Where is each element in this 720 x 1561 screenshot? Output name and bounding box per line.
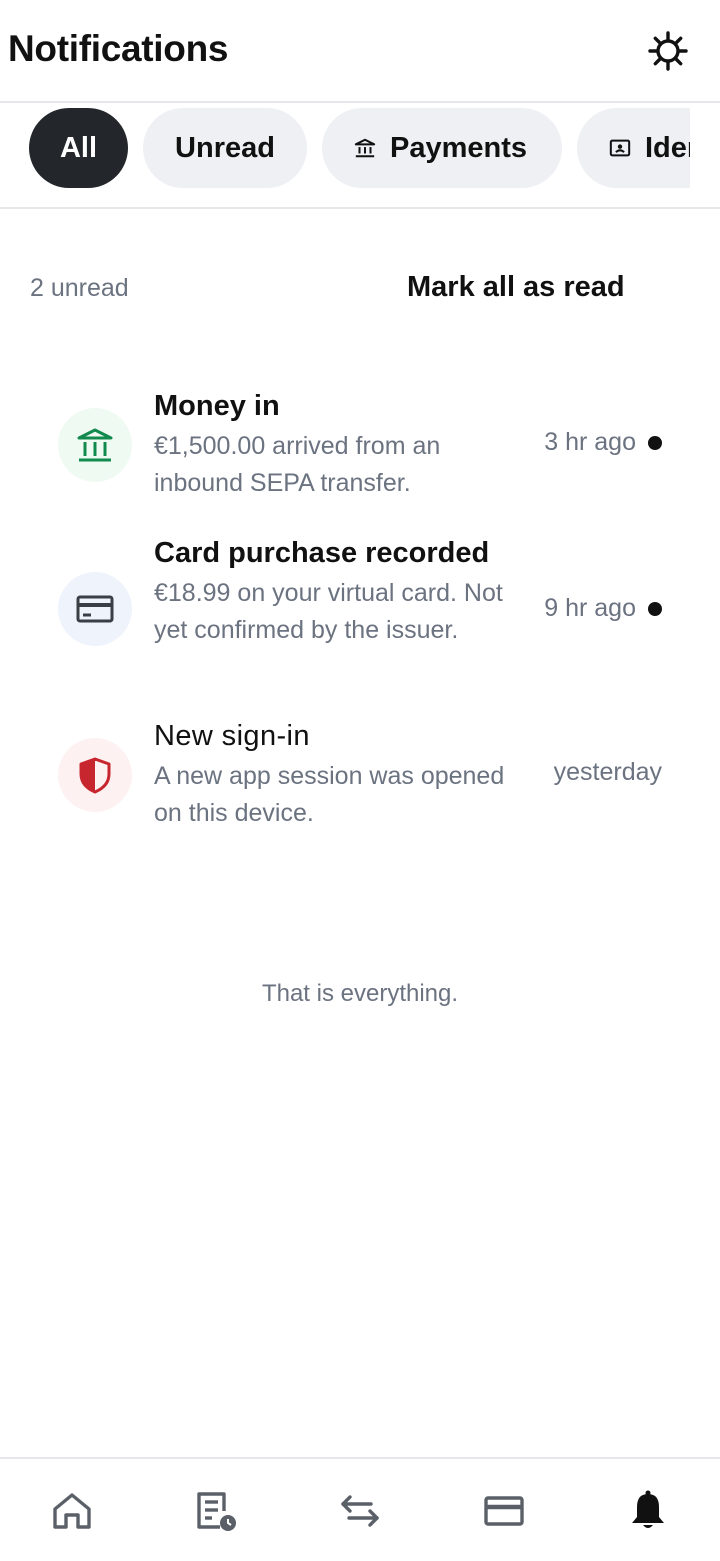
- tab-label: Unread: [175, 131, 275, 164]
- notification-title: New sign-in: [154, 720, 310, 752]
- tab-label: All: [59, 131, 98, 164]
- notification-title: Money in: [154, 390, 280, 422]
- nav-notifications[interactable]: [626, 1489, 670, 1533]
- bell-icon: [632, 1490, 664, 1528]
- notification-body: €18.99 on your virtual card. Not yet con…: [154, 579, 503, 644]
- notification-icon-wrap: [58, 738, 132, 812]
- end-of-list-note: That is everything.: [261, 980, 459, 1007]
- nav-cards[interactable]: [482, 1489, 526, 1533]
- unread-dot: [648, 601, 662, 616]
- notification-item[interactable]: Money in €1,500.00 arrived from an inbou…: [0, 390, 720, 502]
- tab-identity[interactable]: Identity: [577, 108, 690, 188]
- filter-tabs-scroll[interactable]: All Unread Payments Identity: [0, 103, 690, 207]
- unread-dot: [648, 435, 662, 450]
- gear-icon: [648, 31, 688, 71]
- tab-all[interactable]: All: [29, 108, 128, 188]
- home-icon: [53, 1493, 91, 1529]
- notification-time: 3 hr ago: [544, 428, 662, 457]
- notification-body: €1,500.00 arrived from an inbound SEPA t…: [154, 432, 441, 497]
- card-icon: [76, 595, 114, 623]
- notification-title: Card purchase recorded: [154, 537, 490, 569]
- notification-time-text: 9 hr ago: [544, 594, 636, 622]
- tab-unread[interactable]: Unread: [143, 108, 307, 188]
- notification-item[interactable]: Card purchase recorded €18.99 on your vi…: [0, 537, 720, 687]
- notification-icon-wrap: [58, 408, 132, 482]
- filter-tabs: All Unread Payments Identity: [0, 103, 720, 209]
- bank-icon: [354, 138, 376, 158]
- settings-button[interactable]: [647, 30, 689, 72]
- notification-time-text: yesterday: [553, 758, 662, 786]
- nav-transfers[interactable]: [338, 1489, 382, 1533]
- page-title: Notifications: [8, 28, 229, 69]
- nav-activity[interactable]: [194, 1489, 238, 1533]
- notification-icon-wrap: [58, 572, 132, 646]
- notification-time: 9 hr ago: [544, 594, 662, 623]
- card-icon: [484, 1496, 524, 1526]
- mark-all-read-button[interactable]: Mark all as read: [407, 271, 625, 304]
- notification-item[interactable]: New sign-in A new app session was opened…: [0, 720, 720, 832]
- app-header: Notifications: [0, 0, 720, 103]
- tab-label: Payments: [390, 131, 528, 164]
- transfer-icon: [341, 1495, 379, 1527]
- id-card-icon: [609, 139, 631, 157]
- unread-count: 2 unread: [30, 274, 129, 302]
- notification-body: A new app session was opened on this dev…: [154, 762, 505, 827]
- bank-icon: [77, 428, 113, 462]
- tab-payments[interactable]: Payments: [322, 108, 562, 188]
- shield-icon: [79, 757, 111, 794]
- tab-label: Identity: [645, 131, 690, 164]
- nav-home[interactable]: [50, 1489, 94, 1533]
- activity-icon: [197, 1492, 236, 1531]
- notification-time: yesterday: [554, 758, 662, 787]
- notification-time-text: 3 hr ago: [544, 428, 636, 456]
- bottom-nav: [0, 1457, 720, 1561]
